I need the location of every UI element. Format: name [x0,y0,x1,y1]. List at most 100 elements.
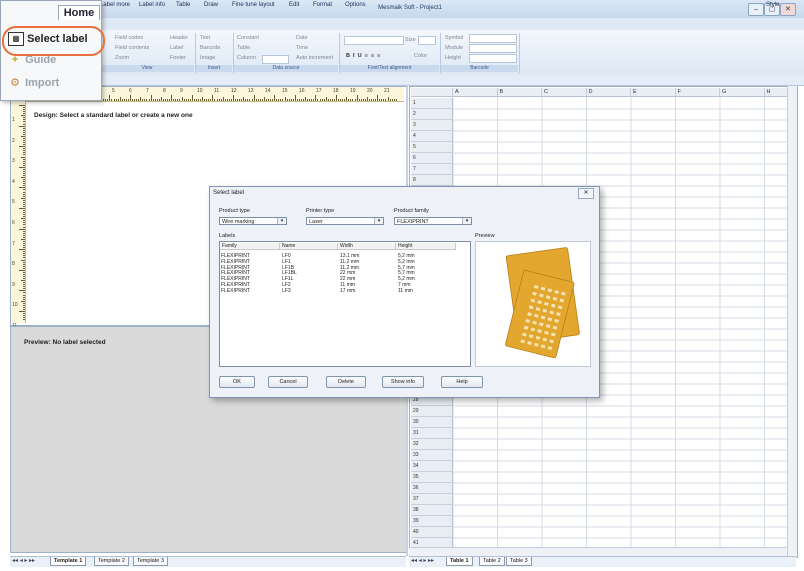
row-header[interactable]: 8 [411,175,453,186]
bold-button[interactable]: B I U ≡ ≡ ≡ [346,53,380,59]
menu-draw[interactable]: Draw [204,2,218,8]
column-header[interactable]: E [631,88,676,97]
label-list-cell[interactable]: 17 mm [340,288,355,294]
row-header[interactable]: 40 [411,527,453,538]
row-header[interactable]: 30 [411,417,453,428]
column-header-width[interactable]: Width [338,243,396,250]
row-header[interactable]: 37 [411,494,453,505]
grid-corner[interactable] [411,88,453,97]
menu-edit[interactable]: Edit [289,2,299,8]
column-select[interactable] [262,55,289,64]
date-option[interactable]: Date [296,35,308,41]
table-tab-nav-arrows[interactable]: ◂◂ ◂ ▸ ▸▸ [411,557,434,564]
ruler-tick [292,99,294,101]
ribbon-group-insert: Text Barcode Image Insert [196,33,234,73]
tab-table-1[interactable]: Table 1 [446,557,473,566]
column-header[interactable]: B [497,88,542,97]
field-codes-checkbox[interactable]: Field codes [115,35,143,41]
module-select[interactable] [469,44,517,53]
row-header[interactable]: 2 [411,109,453,120]
home-tab[interactable]: Home [58,5,100,20]
constant-option[interactable]: Constant [237,35,259,41]
printer-type-select[interactable]: Laser ▾ [306,217,384,225]
menu-table[interactable]: Table [176,2,190,8]
delete-button[interactable]: Delete [326,376,366,388]
tab-template-3[interactable]: Template 3 [133,557,168,566]
column-header-name[interactable]: Name [280,243,338,250]
row-header[interactable]: 6 [411,153,453,164]
column-header-height[interactable]: Height [396,243,456,250]
minimize-button[interactable]: – [748,3,764,16]
menu-import: ⚙ Import [8,74,59,92]
column-header-family[interactable]: Family [220,243,280,250]
row-header[interactable]: 34 [411,461,453,472]
row-header[interactable]: 36 [411,483,453,494]
insert-image-button[interactable]: Image [200,55,215,61]
row-header[interactable]: 3 [411,120,453,131]
row-header[interactable]: 32 [411,439,453,450]
field-contents-checkbox[interactable]: Field contents [115,45,149,51]
row-header[interactable]: 35 [411,472,453,483]
header-toggle[interactable]: Header [170,35,188,41]
menu-options[interactable]: Options [345,2,366,8]
tab-table-2[interactable]: Table 2 [479,557,505,566]
insert-barcode-button[interactable]: Barcode [200,45,221,51]
preview-status-text: Preview: No label selected [24,339,106,346]
ruler-tick [393,99,395,101]
column-header[interactable]: A [453,88,498,97]
close-window-button[interactable]: ✕ [780,3,796,16]
ruler-tick [19,125,25,127]
row-header[interactable]: 39 [411,516,453,527]
label-list-cell[interactable]: FLEXIPRINT [221,288,250,294]
row-header[interactable]: 5 [411,142,453,153]
insert-text-button[interactable]: Text [200,35,210,41]
row-header[interactable]: 31 [411,428,453,439]
ruler-number: 5 [112,88,115,94]
font-family-select[interactable] [344,36,404,45]
time-option[interactable]: Time [296,45,308,51]
vertical-scrollbar[interactable] [787,86,797,556]
menu-label-info[interactable]: Label info [139,2,165,8]
ok-button[interactable]: OK [219,376,255,388]
zoom-control[interactable]: Zoom [115,55,129,61]
tab-table-3[interactable]: Table 3 [506,557,532,566]
column-header[interactable]: F [675,88,720,97]
row-header[interactable]: 38 [411,505,453,516]
help-button[interactable]: Help [441,376,483,388]
product-type-select[interactable]: Wire marking ▾ [219,217,287,225]
dialog-close-button[interactable]: ✕ [578,188,594,199]
row-header[interactable]: 33 [411,450,453,461]
column-header[interactable]: C [542,88,587,97]
menu-format[interactable]: Format [313,2,332,8]
font-color-button[interactable]: Color [414,53,427,59]
ruler-number: 20 [367,88,373,94]
label-list-cell[interactable]: LF3 [282,288,291,294]
footer-toggle[interactable]: Footer [170,55,186,61]
symbol-select[interactable] [469,34,517,43]
menu-label-more[interactable]: Label more [100,2,130,8]
column-header[interactable]: D [586,88,631,97]
row-header[interactable]: 1 [411,98,453,109]
font-size-select[interactable] [418,36,436,45]
label-list-cell[interactable]: 11 mm [398,288,413,294]
product-family-select[interactable]: FLEXIPRINT ▾ [394,217,472,225]
row-header[interactable]: 7 [411,164,453,175]
horizontal-scrollbar[interactable] [409,547,787,556]
ruler-tick [350,99,352,101]
tab-template-2[interactable]: Template 2 [94,557,129,566]
auto-increment-option[interactable]: Auto increment [296,55,333,61]
show-info-button[interactable]: Show info [382,376,424,388]
column-option[interactable]: Column [237,55,256,61]
cancel-button[interactable]: Cancel [268,376,308,388]
menu-fine-tune-layout[interactable]: Fine tune layout [232,2,275,8]
tab-template-1[interactable]: Template 1 [50,557,87,566]
label-toggle[interactable]: Label [170,45,183,51]
tab-nav-arrows[interactable]: ◂◂ ◂ ▸ ▸▸ [12,557,35,564]
row-header[interactable]: 4 [411,131,453,142]
column-header[interactable]: G [720,88,765,97]
ruler-tick [23,306,25,308]
table-option[interactable]: Table [237,45,250,51]
row-header[interactable]: 29 [411,406,453,417]
height-select[interactable] [469,54,517,63]
style-menu[interactable]: Style [766,2,779,8]
